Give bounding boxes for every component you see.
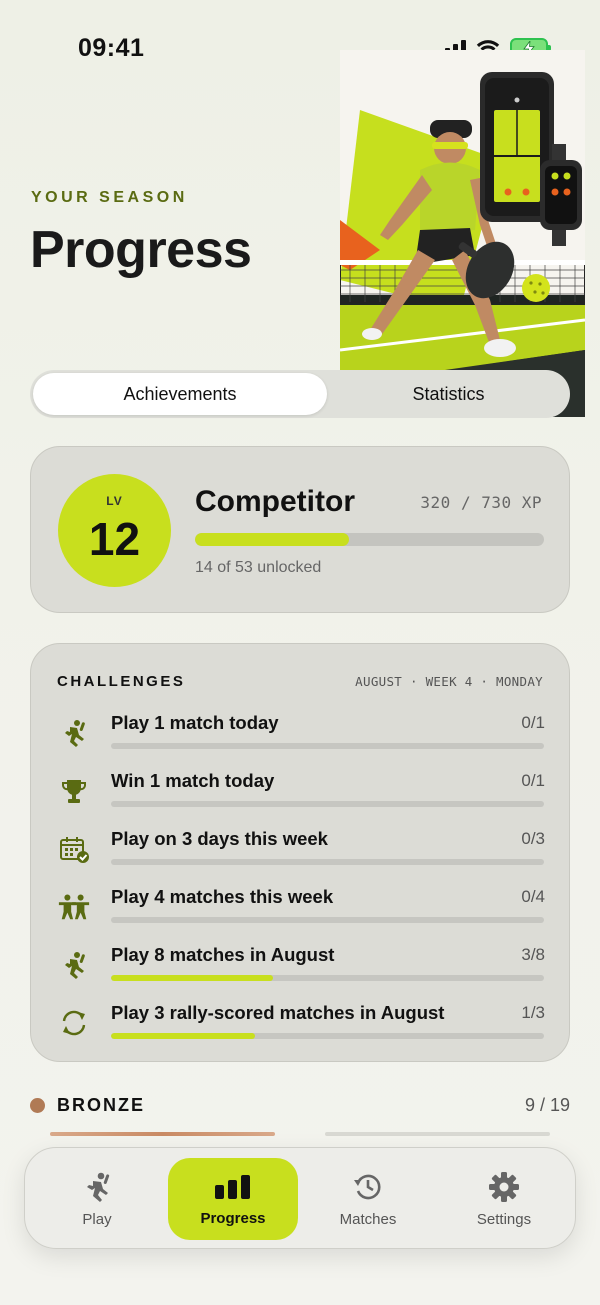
challenge-label: Play 1 match today: [111, 712, 279, 733]
xp-progress-fill: [195, 533, 349, 546]
hero-illustration: [340, 50, 585, 417]
challenge-row[interactable]: Play on 3 days this week 0/3: [31, 828, 571, 878]
gear-icon: [439, 1170, 569, 1204]
challenge-count: 0/1: [521, 713, 545, 732]
two-players-icon: [57, 890, 91, 924]
bottom-tab-bar: Play Progress Matches Settings: [24, 1147, 576, 1249]
player-running-icon: [57, 716, 91, 750]
challenge-count: 1/3: [521, 1003, 545, 1022]
challenges-title: CHALLENGES: [57, 673, 186, 690]
tab-label: Progress: [200, 1210, 266, 1227]
tab-label: Play: [82, 1211, 112, 1228]
challenge-row[interactable]: Play 3 rally-scored matches in August 1/…: [31, 1002, 571, 1052]
bar-chart-icon: [168, 1170, 298, 1204]
refresh-cycle-icon: [57, 1006, 91, 1040]
segmented-control: Achievements Statistics: [30, 370, 570, 418]
tab-settings[interactable]: Settings: [439, 1158, 569, 1240]
tier-name: BRONZE: [57, 1095, 145, 1115]
challenge-progress-bar: [111, 801, 544, 807]
tab-matches[interactable]: Matches: [303, 1158, 433, 1240]
challenge-label: Play on 3 days this week: [111, 828, 328, 849]
challenge-progress-fill: [111, 975, 274, 981]
challenge-progress-fill: [111, 1033, 256, 1039]
challenge-progress-bar: [111, 975, 544, 981]
achievement-card-edge: [50, 1132, 275, 1136]
challenge-row[interactable]: Play 8 matches in August 3/8: [31, 944, 571, 994]
challenge-label: Win 1 match today: [111, 770, 275, 791]
challenge-label: Play 8 matches in August: [111, 944, 335, 965]
challenge-progress-bar: [111, 743, 544, 749]
challenge-label: Play 3 rally-scored matches in August: [111, 1002, 445, 1023]
xp-counter: 320 / 730 XP: [420, 493, 542, 512]
challenge-progress-bar: [111, 1033, 544, 1039]
xp-progress-bar: [195, 533, 544, 546]
tier-header-bronze[interactable]: BRONZE 9 / 19: [30, 1094, 570, 1118]
status-time: 09:41: [78, 34, 145, 62]
challenge-count: 3/8: [521, 945, 545, 964]
level-card: LV 12 Competitor 320 / 730 XP 14 of 53 u…: [30, 446, 570, 613]
challenges-period: AUGUST · WEEK 4 · MONDAY: [355, 674, 543, 689]
trophy-icon: [57, 774, 91, 808]
challenge-count: 0/4: [521, 887, 545, 906]
challenge-label: Play 4 matches this week: [111, 886, 334, 907]
challenge-row[interactable]: Play 4 matches this week 0/4: [31, 886, 571, 936]
achievement-card-edge: [325, 1132, 550, 1136]
player-icon: [32, 1170, 162, 1204]
season-eyebrow: YOUR SEASON: [31, 189, 188, 206]
challenge-count: 0/3: [521, 829, 545, 848]
tab-label: Matches: [339, 1211, 397, 1228]
level-number: 12: [88, 513, 141, 565]
tier-count: 9 / 19: [524, 1095, 570, 1115]
challenge-row[interactable]: Win 1 match today 0/1: [31, 770, 571, 820]
tab-label: Settings: [476, 1211, 532, 1228]
calendar-check-icon: [57, 832, 91, 866]
rank-title: Competitor: [195, 485, 355, 518]
tab-play[interactable]: Play: [32, 1158, 162, 1240]
tab-progress[interactable]: Progress: [168, 1158, 298, 1240]
challenge-count: 0/1: [521, 771, 545, 790]
challenge-progress-bar: [111, 859, 544, 865]
tab-statistics[interactable]: Statistics: [330, 373, 567, 415]
unlocked-count: 14 of 53 unlocked: [195, 559, 322, 576]
page-title: Progress: [30, 221, 252, 279]
history-clock-icon: [303, 1170, 433, 1204]
challenges-card: CHALLENGES AUGUST · WEEK 4 · MONDAY Play…: [30, 643, 570, 1062]
bronze-tier-dot: [30, 1098, 45, 1113]
tab-achievements[interactable]: Achievements: [33, 373, 327, 415]
player-running-icon: [57, 948, 91, 982]
challenge-progress-bar: [111, 917, 544, 923]
challenge-row[interactable]: Play 1 match today 0/1: [31, 712, 571, 762]
level-badge: LV 12: [58, 474, 171, 587]
level-badge-label: LV: [106, 494, 123, 508]
